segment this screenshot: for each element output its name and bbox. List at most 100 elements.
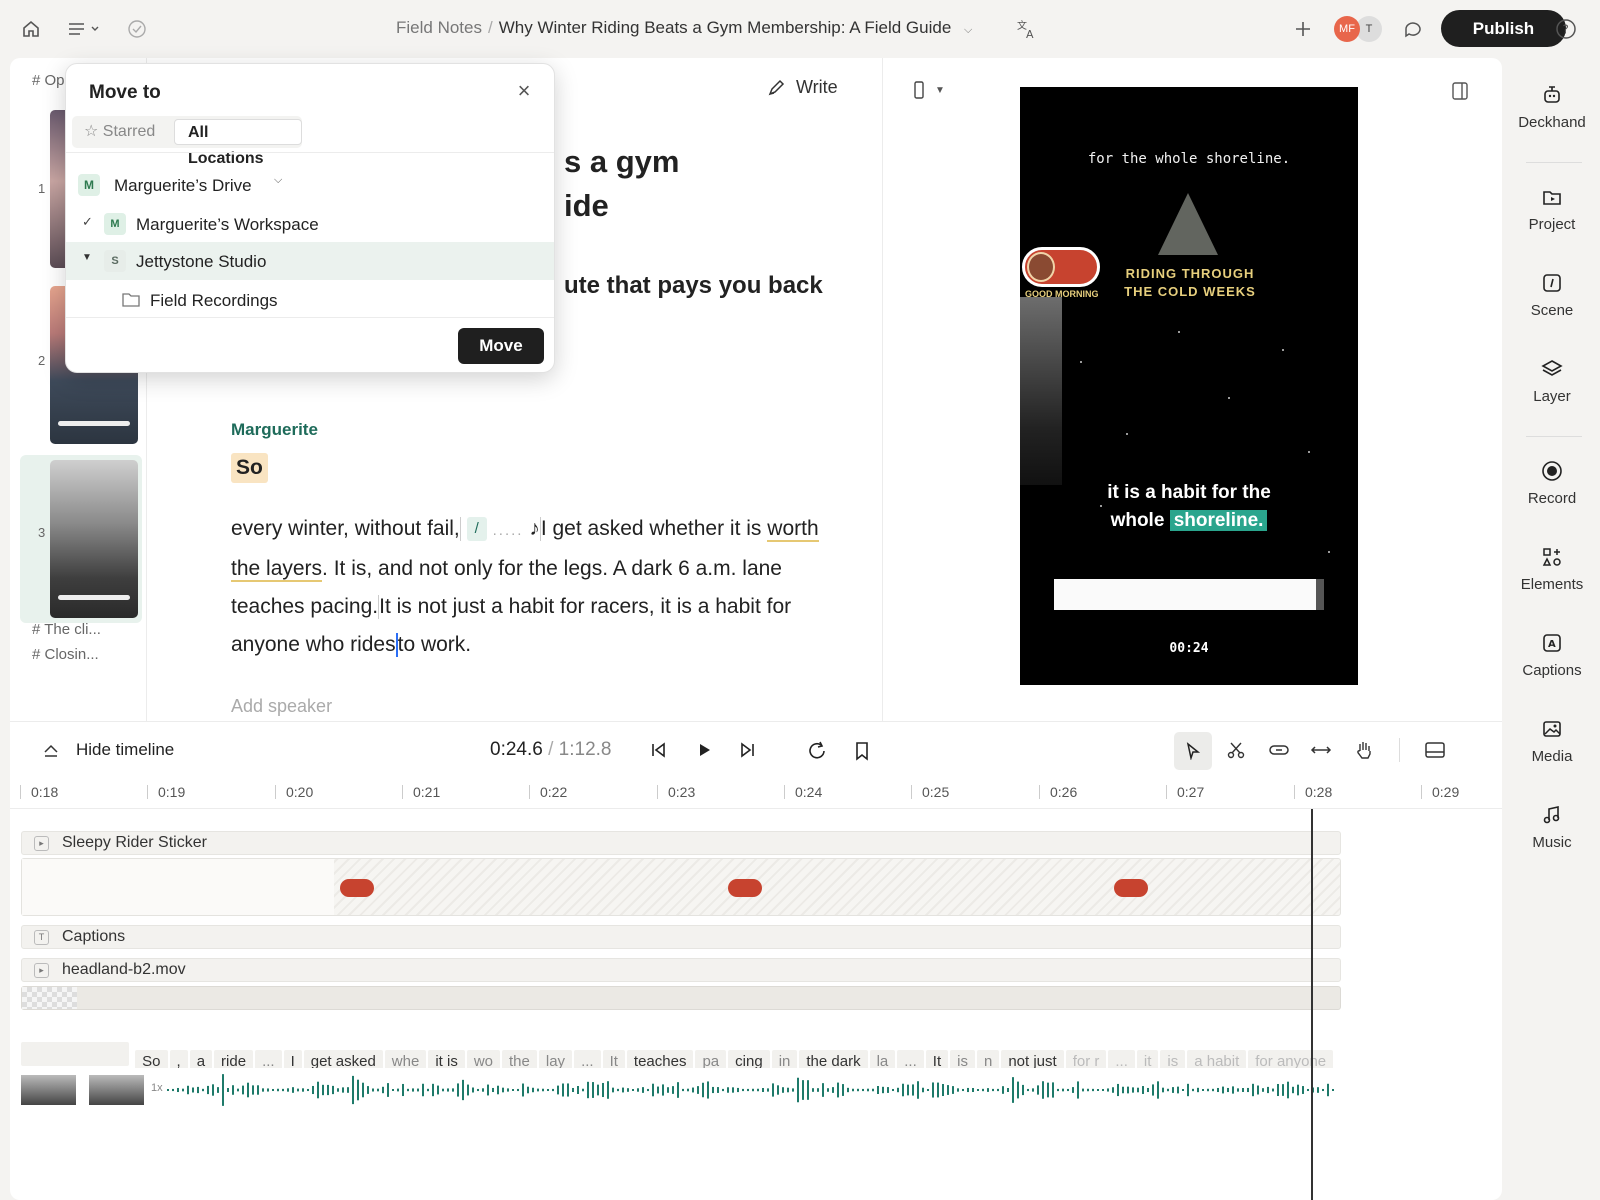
transcript-word[interactable]: n [976,1050,1000,1068]
track-header-sticker[interactable]: ▸ Sleepy Rider Sticker [21,831,1341,855]
tab-starred[interactable]: ☆ Starred [84,119,155,145]
rail-music[interactable]: Music [1504,804,1600,851]
transcript-word[interactable]: So [135,1050,168,1068]
panel-toggle-icon[interactable] [1449,80,1471,107]
transcript-word[interactable]: It [602,1050,625,1068]
transcript-word[interactable]: cing [728,1050,770,1068]
slash-command[interactable]: / [466,517,487,542]
location-folder[interactable]: Field Recordings [66,281,554,319]
publish-button[interactable]: Publish [1441,10,1566,47]
transcript-word[interactable]: pa [695,1050,727,1068]
speed-label[interactable]: 1x [151,1082,163,1094]
transcript-word[interactable]: the [502,1050,537,1068]
layout-icon[interactable] [1424,740,1446,765]
transcript-word[interactable]: get asked [303,1050,383,1068]
transcript-word[interactable]: the dark [799,1050,868,1068]
link-icon[interactable] [1268,740,1290,765]
expand-icon[interactable]: ▸ [34,963,49,978]
skip-forward-icon[interactable] [738,740,758,765]
home-icon[interactable] [18,16,44,42]
script-paragraph[interactable]: every winter, without fail, / ..... ♪I g… [231,510,841,664]
skip-back-icon[interactable] [648,740,668,765]
rail-media[interactable]: Media [1504,718,1600,765]
video-track-clip[interactable] [21,986,1341,1010]
sticker-keyframe[interactable] [728,879,762,897]
document-title[interactable]: Why Winter Riding Beats a Gym Membership… [499,18,952,37]
location-studio[interactable]: ▼ S Jettystone Studio [66,242,554,280]
rail-captions[interactable]: A Captions [1504,632,1600,679]
transcript-word[interactable]: ... [1108,1050,1135,1068]
sticker-keyframe[interactable] [340,879,374,897]
document-heading[interactable]: ide [564,188,609,224]
transcript-word[interactable]: not just [1001,1050,1064,1068]
audio-waveform-track[interactable]: 1x [21,1072,1351,1108]
menu-icon[interactable] [64,16,104,42]
transcript-word[interactable]: I [283,1050,302,1068]
transcript-word[interactable]: is [950,1050,975,1068]
transcript-word[interactable]: is [1160,1050,1186,1068]
rail-project[interactable]: Project [1504,186,1600,233]
play-icon[interactable] [694,740,714,765]
location-drive[interactable]: M Marguerite’s Drive ⌵ [66,166,554,204]
translate-icon[interactable]: 文A [1014,16,1040,42]
sticker-keyframe[interactable] [1114,879,1148,897]
scene-link[interactable]: # The cli... [32,621,101,638]
location-workspace[interactable]: ✓ M Marguerite’s Workspace [66,205,554,243]
tab-all-locations[interactable]: All Locations [174,119,302,167]
transcript-word[interactable]: It [925,1050,949,1068]
rail-record[interactable]: Record [1504,460,1600,507]
write-button[interactable]: Write [766,77,838,98]
expand-icon[interactable]: ▸ [34,836,49,851]
transcript-word[interactable]: in [771,1050,798,1068]
progress-bar-element[interactable] [1054,579,1324,610]
hide-timeline-button[interactable]: Hide timeline [42,740,174,760]
transcript-word[interactable]: for anyone [1248,1050,1334,1068]
check-circle-icon[interactable] [124,16,150,42]
first-word[interactable]: So [231,453,268,483]
plus-icon[interactable] [1290,16,1316,42]
sticker-track-clip[interactable] [21,858,1341,916]
transcript-word[interactable]: a habit [1187,1050,1247,1068]
transcript-word[interactable]: lay [538,1050,573,1068]
aspect-ratio-selector[interactable]: ▼ [913,80,945,100]
transcript-word[interactable]: it is [428,1050,465,1068]
add-speaker-button[interactable]: Add speaker [231,696,332,717]
help-icon[interactable]: ? [1553,16,1579,42]
playhead[interactable] [1311,809,1313,1200]
transcript-word[interactable]: teaches [626,1050,694,1068]
loop-icon[interactable] [806,740,828,767]
document-subheading[interactable]: ute that pays you back [564,272,823,300]
riding-text[interactable]: RIDING THROUGH THE COLD WEEKS [1120,265,1260,301]
scene-link[interactable]: # Closin... [32,646,99,663]
transcript-word[interactable]: ... [255,1050,282,1068]
stretch-icon[interactable] [1310,740,1332,765]
transcript-word[interactable]: a [189,1050,213,1068]
transcript-word[interactable]: ... [574,1050,601,1068]
scene-thumbnail-3[interactable] [50,460,138,618]
chevron-down-icon[interactable]: ⌵ [274,174,282,187]
transcript-word[interactable]: , [169,1050,188,1068]
track-header-captions[interactable]: T Captions [21,925,1341,949]
transcript-word[interactable]: la [869,1050,896,1068]
avatar[interactable]: MF [1334,16,1360,42]
breadcrumb-parent[interactable]: Field Notes [396,18,482,37]
close-icon[interactable]: × [512,78,536,103]
scene-link[interactable]: # Op [32,72,65,89]
rail-elements[interactable]: Elements [1504,546,1600,593]
transcript-word[interactable]: wo [466,1050,501,1068]
move-button[interactable]: Move [458,328,544,364]
transcript-word[interactable]: ... [897,1050,924,1068]
select-tool-icon[interactable] [1174,732,1212,770]
sleepy-rider-sticker[interactable] [1022,247,1100,287]
side-photo[interactable] [1020,297,1062,485]
rail-deckhand[interactable]: Deckhand [1504,84,1600,131]
triangle-shape[interactable] [1158,193,1218,255]
bookmark-icon[interactable] [852,740,872,767]
chevron-down-icon[interactable]: ⌵ [964,24,972,36]
video-canvas[interactable]: for the whole shoreline. GOOD MORNING RI… [1020,87,1358,685]
hand-icon[interactable] [1354,739,1374,766]
comment-icon[interactable] [1400,16,1426,42]
rail-layer[interactable]: Layer [1504,358,1600,405]
scissors-icon[interactable] [1226,740,1246,765]
transcript-word[interactable]: ride [214,1050,254,1068]
